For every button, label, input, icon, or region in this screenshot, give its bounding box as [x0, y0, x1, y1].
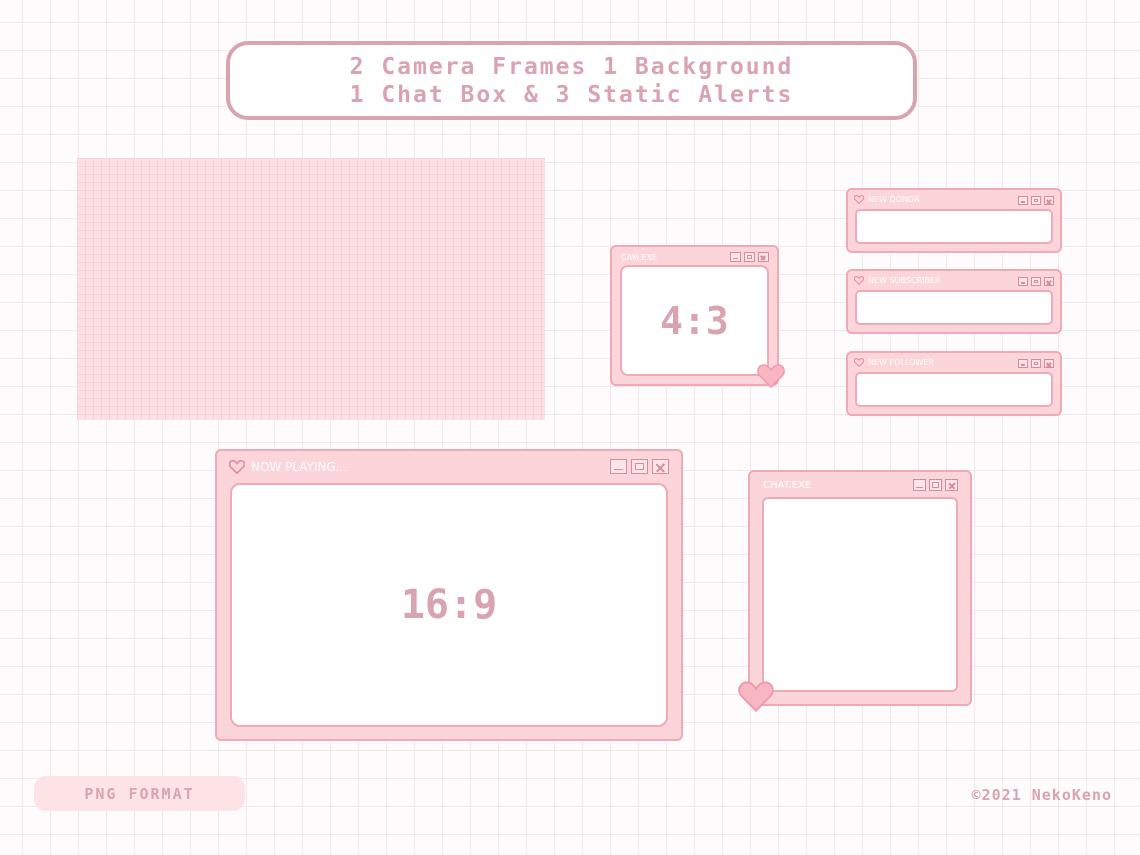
chat-window: CHAT.EXE: [748, 470, 972, 706]
format-badge: PNG FORMAT: [34, 776, 245, 811]
heart-icon: [757, 364, 785, 388]
cam-window-title: CAM.EXE: [621, 252, 658, 262]
now-playing-window: NOW PLAYING... 16:9: [215, 449, 683, 741]
alert-new-follower: NEW FOLLOWER: [846, 351, 1062, 416]
cam-window-content: 4:3: [620, 265, 769, 376]
close-icon[interactable]: [945, 479, 958, 491]
now-playing-content: 16:9: [230, 483, 668, 727]
minimize-icon[interactable]: [1018, 359, 1028, 368]
cam-window: CAM.EXE 4:3: [610, 245, 779, 386]
close-icon[interactable]: [652, 459, 669, 474]
close-icon[interactable]: [1044, 359, 1054, 368]
header-banner: 2 Camera Frames 1 Background 1 Chat Box …: [226, 41, 917, 120]
heart-icon: [854, 357, 864, 367]
maximize-icon[interactable]: [929, 479, 942, 491]
maximize-icon[interactable]: [744, 252, 755, 262]
now-playing-title: NOW PLAYING...: [251, 460, 348, 474]
alert-title: NEW DONOR: [868, 194, 920, 204]
chat-content: [762, 497, 958, 692]
close-icon[interactable]: [1044, 196, 1054, 205]
alert-content: [855, 290, 1053, 325]
header-line-2: 1 Chat Box & 3 Static Alerts: [349, 81, 794, 108]
alert-new-donor: NEW DONOR: [846, 188, 1062, 253]
heart-icon: [854, 275, 864, 285]
alert-new-subscriber: NEW SUBSCRIBER: [846, 269, 1062, 334]
close-icon[interactable]: [758, 252, 769, 262]
minimize-icon[interactable]: [730, 252, 741, 262]
maximize-icon[interactable]: [631, 459, 648, 474]
now-playing-aspect-ratio: 16:9: [400, 582, 498, 628]
heart-icon: [229, 460, 245, 474]
minimize-icon[interactable]: [610, 459, 627, 474]
background-preview: [77, 158, 545, 420]
cam-aspect-ratio: 4:3: [660, 298, 729, 343]
alert-content: [855, 372, 1053, 407]
minimize-icon[interactable]: [1018, 196, 1028, 205]
alert-title: NEW FOLLOWER: [868, 357, 934, 367]
alert-title: NEW SUBSCRIBER: [868, 275, 941, 285]
chat-window-title: CHAT.EXE: [763, 479, 812, 491]
alert-content: [855, 209, 1053, 244]
copyright-text: ©2021 NekoKeno: [971, 786, 1112, 804]
maximize-icon[interactable]: [1031, 196, 1041, 205]
minimize-icon[interactable]: [1018, 277, 1028, 286]
heart-icon: [738, 681, 774, 712]
close-icon[interactable]: [1044, 277, 1054, 286]
heart-icon: [854, 194, 864, 204]
maximize-icon[interactable]: [1031, 277, 1041, 286]
header-line-1: 2 Camera Frames 1 Background: [349, 53, 794, 80]
minimize-icon[interactable]: [913, 479, 926, 491]
maximize-icon[interactable]: [1031, 359, 1041, 368]
